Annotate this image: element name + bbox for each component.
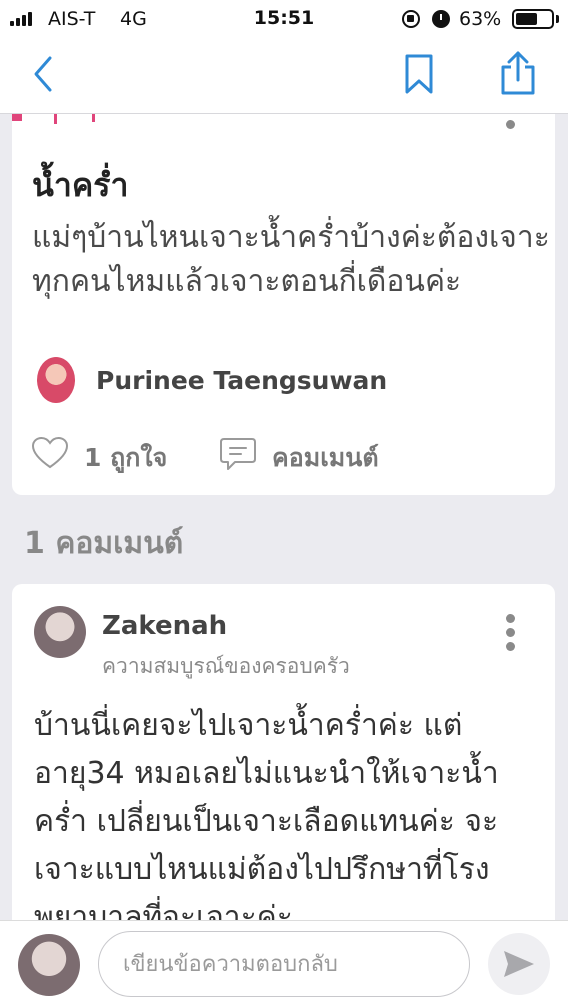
send-icon — [504, 951, 534, 977]
alarm-icon — [432, 10, 450, 28]
commenter-name[interactable]: Zakenah — [102, 611, 227, 641]
post-title: น้ำคร่ำ — [32, 166, 129, 204]
comments-count-heading: 1 คอมเมนต์ — [24, 526, 184, 561]
status-bar: AIS-T 4G 15:51 63% — [0, 0, 568, 38]
post-body: แม่ๆบ้านไหนเจาะน้ำคร่ำบ้างค่ะต้องเจาะทุก… — [32, 220, 550, 299]
comment-button[interactable]: คอมเมนต์ — [272, 438, 379, 478]
battery-tip — [556, 15, 559, 23]
comment-body: บ้านนี่เคยจะไปเจาะน้ำคร่ำค่ะ แต่อายุ34 ห… — [34, 708, 499, 924]
battery-level-fill — [516, 13, 537, 25]
post-more-options-icon[interactable] — [506, 114, 516, 132]
post-card: น้ำคร่ำ แม่ๆบ้านไหนเจาะน้ำคร่ำบ้างค่ะต้อ… — [12, 114, 555, 495]
bookmark-icon[interactable] — [404, 53, 434, 95]
reply-bar — [0, 920, 568, 1008]
like-button[interactable]: 1 ถูกใจ — [84, 438, 167, 478]
heart-icon[interactable] — [31, 436, 69, 470]
send-button[interactable] — [488, 933, 550, 995]
back-chevron-icon[interactable] — [30, 54, 62, 94]
post-header-decoration — [12, 114, 132, 124]
author-name[interactable]: Purinee Taengsuwan — [96, 366, 387, 395]
current-user-avatar — [18, 934, 80, 996]
battery-percent: 63% — [459, 8, 502, 30]
comment-bubble-icon[interactable] — [219, 436, 257, 472]
commenter-avatar[interactable] — [34, 606, 86, 658]
author-avatar[interactable] — [37, 357, 75, 403]
share-icon[interactable] — [498, 50, 538, 96]
orientation-lock-icon — [402, 10, 420, 28]
battery-icon — [512, 9, 554, 29]
comment-card: Zakenah ความสมบูรณ์ของครอบครัว บ้านนี่เค… — [12, 584, 555, 924]
navigation-bar — [0, 38, 568, 114]
commenter-subtitle: ความสมบูรณ์ของครอบครัว — [102, 654, 350, 678]
reply-input[interactable] — [98, 931, 470, 997]
comment-more-options-icon[interactable] — [506, 614, 516, 652]
